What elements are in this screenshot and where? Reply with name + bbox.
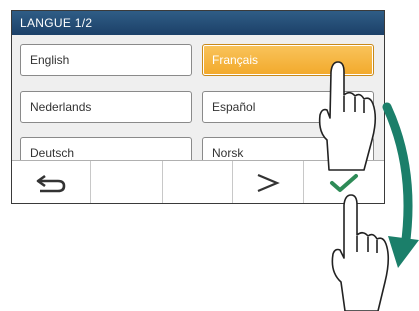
empty-toolbar-slot-1	[91, 161, 163, 203]
confirm-button[interactable]	[304, 161, 384, 203]
next-chevron-icon	[257, 173, 280, 192]
language-option-nederlands[interactable]: Nederlands	[20, 91, 192, 123]
screen-title: LANGUE 1/2	[12, 11, 384, 35]
language-option-espanol[interactable]: Español	[202, 91, 374, 123]
bottom-toolbar	[12, 160, 384, 203]
back-button[interactable]	[12, 161, 91, 203]
hand-pointer-icon-confirm	[331, 194, 390, 311]
curved-down-arrow-icon	[382, 102, 419, 268]
next-page-button[interactable]	[233, 161, 304, 203]
language-screen: LANGUE 1/2 English Français Nederlands E…	[11, 10, 385, 204]
confirm-check-icon	[330, 173, 358, 192]
back-arrow-icon	[36, 174, 66, 192]
language-option-english[interactable]: English	[20, 44, 192, 76]
empty-toolbar-slot-2	[163, 161, 233, 203]
language-option-francais[interactable]: Français	[202, 44, 374, 76]
